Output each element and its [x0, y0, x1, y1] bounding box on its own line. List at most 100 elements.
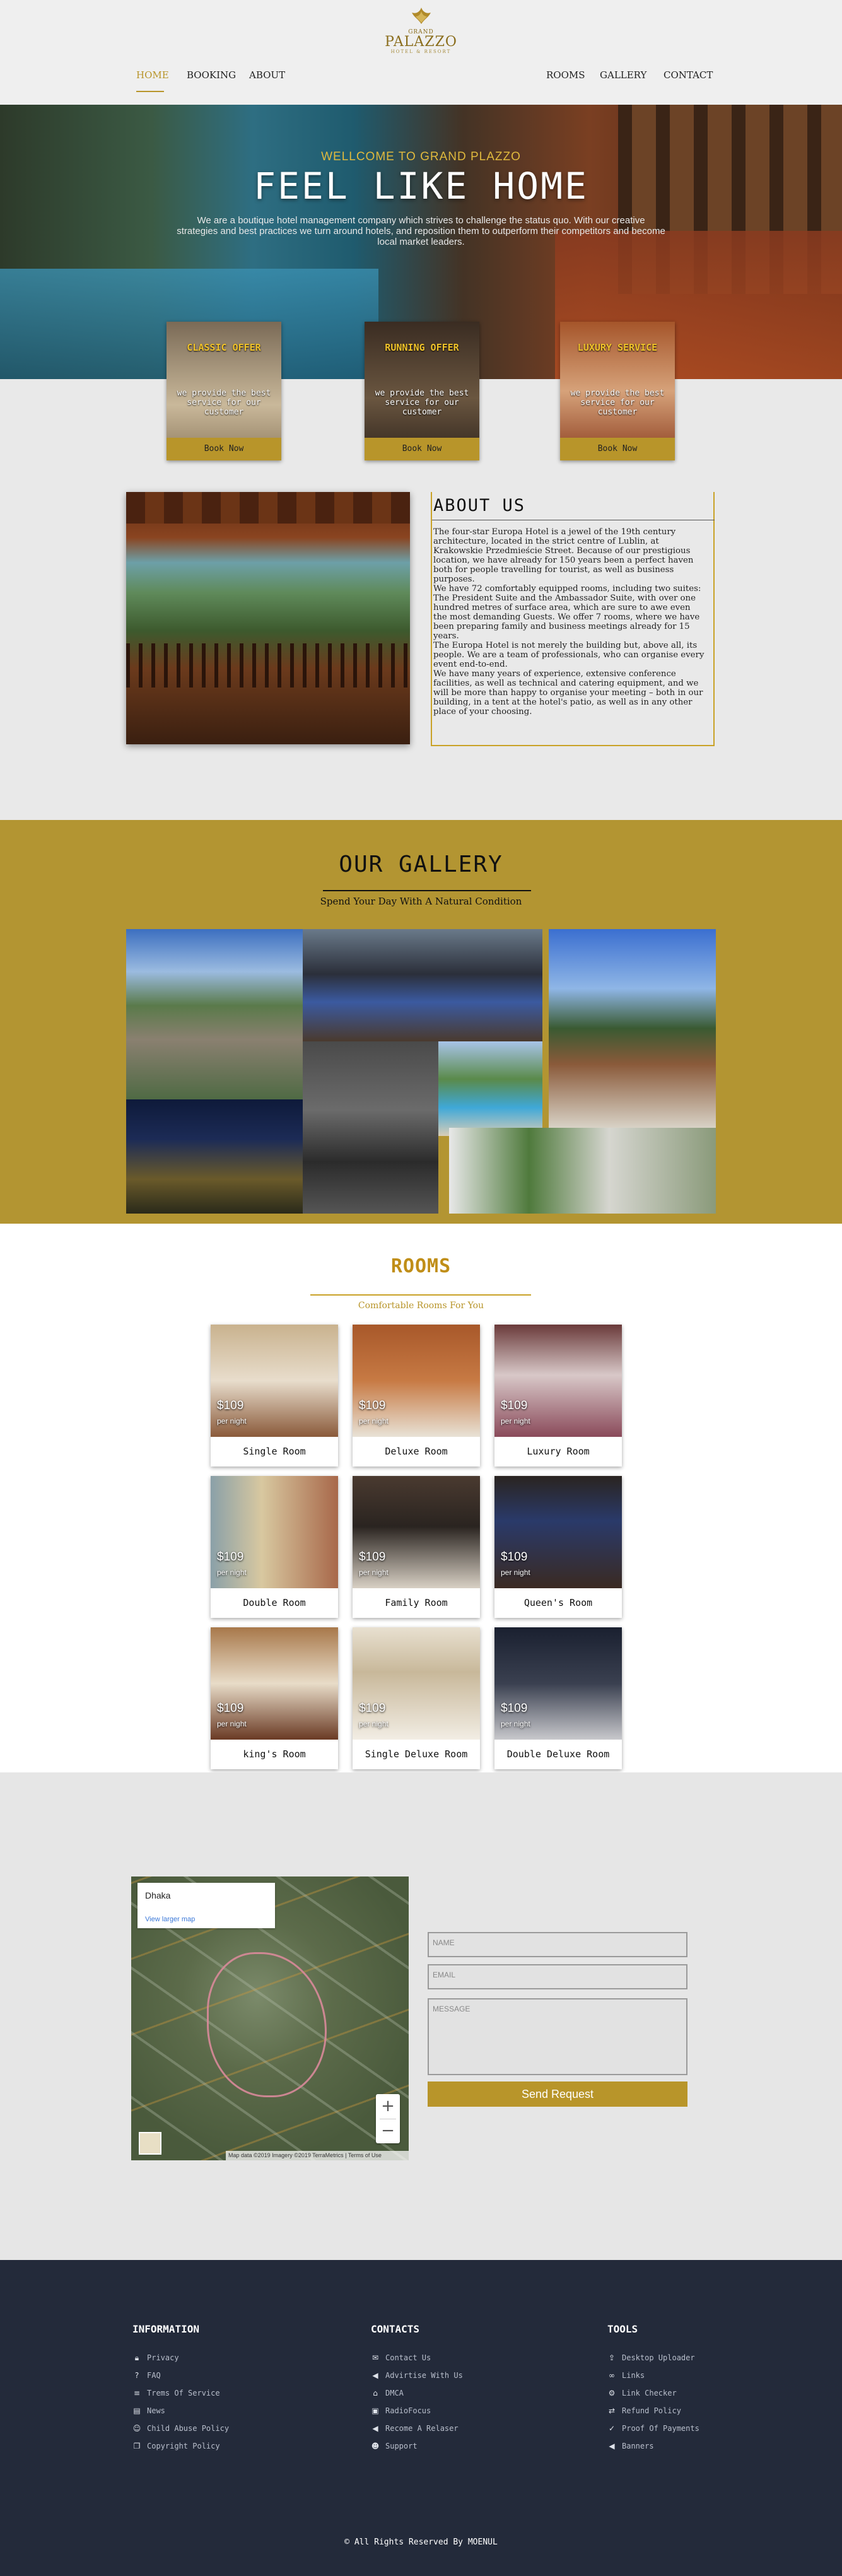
link-icon: ∞: [609, 2371, 615, 2380]
room-card[interactable]: $109 per night Queen's Room: [494, 1476, 622, 1618]
footer-link[interactable]: ✓ Proof Of Payments: [607, 2420, 809, 2437]
room-card[interactable]: $109 per night Double Deluxe Room: [494, 1627, 622, 1769]
room-name: Deluxe Room: [385, 1446, 448, 1457]
footer-link[interactable]: ▤ News: [132, 2402, 334, 2420]
room-name: Single Deluxe Room: [365, 1748, 468, 1760]
rooms-section: ROOMS Comfortable Rooms For You $109 per…: [0, 1224, 842, 1772]
footer-link[interactable]: ⇄ Refund Policy: [607, 2402, 809, 2420]
gallery-image[interactable]: [303, 929, 542, 1041]
room-price: $109: [217, 1399, 244, 1412]
about-paragraph: We have many years of experience, extens…: [433, 669, 703, 717]
room-card[interactable]: $109 per night Single Room: [211, 1325, 338, 1467]
footer-link[interactable]: ◀ Banners: [607, 2437, 809, 2455]
footer-heading: CONTACTS: [371, 2323, 420, 2335]
logo-name: PALAZZO: [385, 34, 457, 50]
bank-icon: ⌂: [373, 2389, 378, 2397]
nav-active-underline: [136, 91, 164, 92]
footer-link[interactable]: ? FAQ: [132, 2367, 334, 2384]
about-paragraph: The Europa Hotel is not merely the build…: [433, 641, 705, 669]
nav-about[interactable]: ABOUT: [249, 69, 285, 81]
footer-link[interactable]: ⇪ Desktop Uploader: [607, 2349, 809, 2367]
gallery-subtitle: Spend Your Day With A Natural Condition: [320, 896, 522, 907]
envelope-icon: ✉: [371, 2353, 379, 2362]
gallery-image[interactable]: [126, 929, 303, 1099]
footer-link[interactable]: ≡ Trems Of Service: [132, 2384, 334, 2402]
nav-gallery[interactable]: GALLERY: [600, 69, 646, 81]
child-icon: ☺: [132, 2424, 141, 2433]
footer-heading: INFORMATION: [132, 2323, 199, 2335]
about-paragraph: The four-star Europa Hotel is a jewel of…: [433, 527, 694, 584]
site-header: GRAND PALAZZO HOTEL & RESORT HOME BOOKIN…: [0, 0, 842, 105]
offer-card-classic: CLASSIC OFFER we provide the best servic…: [167, 322, 281, 460]
map[interactable]: Dhaka View larger map + − Map data ©2019…: [131, 1876, 409, 2160]
zoom-out-icon[interactable]: −: [376, 2119, 400, 2143]
room-name: Family Room: [385, 1597, 448, 1608]
email-field[interactable]: EMAIL: [428, 1964, 687, 1989]
logo[interactable]: GRAND PALAZZO HOTEL & RESORT: [378, 5, 464, 54]
contact-section: Dhaka View larger map + − Map data ©2019…: [0, 1772, 842, 2260]
footer-link[interactable]: 🔒︎ Privacy: [132, 2349, 334, 2367]
room-card[interactable]: $109 per night Single Deluxe Room: [353, 1627, 480, 1769]
gallery-image[interactable]: [449, 1128, 716, 1214]
room-card[interactable]: $109 per night king's Room: [211, 1627, 338, 1769]
room-card[interactable]: $109 per night Luxury Room: [494, 1325, 622, 1467]
bullhorn-icon: ◀: [609, 2442, 615, 2450]
room-price: $109: [359, 1550, 386, 1564]
room-per-night: per night: [217, 1417, 247, 1426]
gallery-image[interactable]: [549, 929, 716, 1128]
gallery-image[interactable]: [126, 1099, 303, 1214]
footer-column-information: INFORMATION 🔒︎ Privacy ? FAQ ≡ Trems Of Ser…: [132, 2323, 334, 2455]
room-card[interactable]: $109 per night Family Room: [353, 1476, 480, 1618]
book-now-button[interactable]: Book Now: [167, 438, 281, 460]
room-price: $109: [217, 1550, 244, 1564]
name-field[interactable]: NAME: [428, 1932, 687, 1957]
about-title: ABOUT US: [433, 496, 526, 515]
book-now-button[interactable]: Book Now: [365, 438, 479, 460]
room-card[interactable]: $109 per night Deluxe Room: [353, 1325, 480, 1467]
footer-link[interactable]: ◀ Recome A Relaser: [371, 2420, 573, 2437]
radio-icon: ▣: [371, 2406, 379, 2415]
send-request-button[interactable]: Send Request: [428, 2081, 687, 2107]
map-info-box: Dhaka View larger map: [137, 1883, 275, 1928]
footer-link[interactable]: ◀ Advirtise With Us: [371, 2367, 573, 2384]
room-per-night: per night: [217, 1568, 247, 1577]
footer-link[interactable]: ❐ Copyright Policy: [132, 2437, 334, 2455]
view-larger-map-link[interactable]: View larger map: [145, 1916, 195, 1923]
footer-link[interactable]: ⚙ Link Checker: [607, 2384, 809, 2402]
message-field[interactable]: MESSAGE: [428, 1998, 687, 2075]
footer-link[interactable]: ⌂ DMCA: [371, 2384, 573, 2402]
book-now-button[interactable]: Book Now: [560, 438, 675, 460]
about-section: ABOUT US The four-star Europa Hotel is a…: [431, 492, 715, 746]
nav-contact[interactable]: CONTACT: [664, 69, 713, 81]
zoom-in-icon[interactable]: +: [376, 2094, 400, 2119]
nav-home[interactable]: HOME: [136, 69, 169, 81]
footer-link[interactable]: ✉ Contact Us: [371, 2349, 573, 2367]
footer-column-contacts: CONTACTS ✉ Contact Us ◀ Advirtise With Us …: [371, 2323, 573, 2455]
offer-title: CLASSIC OFFER: [187, 342, 261, 353]
room-card[interactable]: $109 per night Double Room: [211, 1476, 338, 1618]
map-zoom-control: + −: [376, 2094, 400, 2143]
room-per-night: per night: [359, 1417, 389, 1426]
room-per-night: per night: [501, 1568, 530, 1577]
gallery-image[interactable]: [438, 1041, 542, 1136]
refund-icon: ⇄: [608, 2406, 616, 2415]
nav-rooms[interactable]: ROOMS: [546, 69, 585, 81]
room-name: Queen's Room: [523, 1597, 593, 1608]
list-icon: ≡: [133, 2389, 141, 2397]
user-headset-icon: ☻: [371, 2442, 380, 2450]
footer-link[interactable]: ☻ Support: [371, 2437, 573, 2455]
room-per-night: per night: [217, 1719, 247, 1728]
room-per-night: per night: [501, 1719, 530, 1728]
offer-desc: we provide the best service for our cust…: [570, 389, 665, 417]
nav-booking[interactable]: BOOKING: [187, 69, 236, 81]
newspaper-icon: ▤: [133, 2406, 141, 2415]
gallery-image[interactable]: [303, 1041, 438, 1214]
map-type-thumbnail[interactable]: [139, 2132, 161, 2155]
rooms-title: ROOMS: [390, 1255, 452, 1277]
footer-link[interactable]: ☺ Child Abuse Policy: [132, 2420, 334, 2437]
footer-link[interactable]: ∞ Links: [607, 2367, 809, 2384]
footer-link[interactable]: ▣ RadioFocus: [371, 2402, 573, 2420]
hero-title: FEEL LIKE HOME: [254, 165, 588, 208]
logo-tagline: HOTEL & RESORT: [390, 49, 452, 54]
room-per-night: per night: [359, 1568, 389, 1577]
